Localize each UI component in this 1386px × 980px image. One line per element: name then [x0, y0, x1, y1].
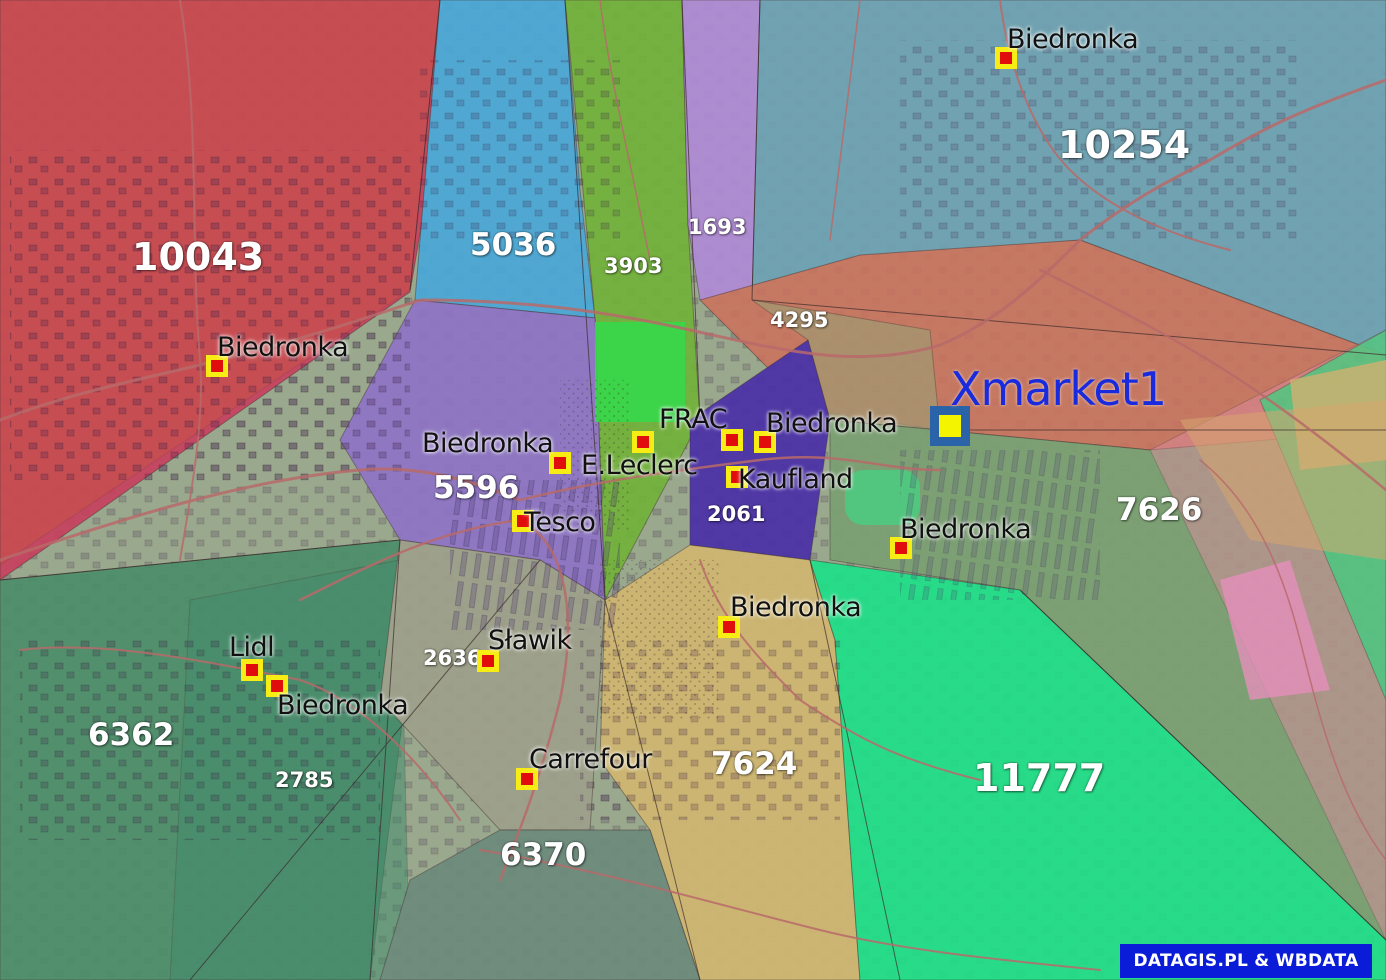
sector-label-4295: 4295: [770, 308, 829, 332]
store-label-biedronka-south: Biedronka: [730, 592, 862, 623]
sector-label-7626: 7626: [1116, 492, 1203, 528]
store-label-biedronka-center-w: Biedronka: [422, 428, 554, 459]
store-label-biedronka-center: Biedronka: [766, 408, 898, 439]
sector-label-10043: 10043: [132, 235, 265, 279]
store-label-e-leclerc: E.Leclerc: [581, 450, 698, 481]
store-label-biedronka-sw: Biedronka: [277, 690, 409, 721]
store-label-lidl: Lidl: [229, 632, 275, 663]
sector-label-11777: 11777: [973, 756, 1106, 800]
sector-label-10254: 10254: [1058, 123, 1191, 167]
sector-label-7624: 7624: [711, 746, 798, 782]
store-label-carrefour: Carrefour: [529, 744, 652, 775]
store-label-frac: FRAC: [659, 404, 728, 435]
sector-label-1693: 1693: [688, 215, 747, 239]
store-label-biedronka-ne: Biedronka: [1007, 24, 1139, 55]
store-label-tesco: Tesco: [524, 507, 596, 538]
sector-label-6370: 6370: [500, 837, 587, 873]
sector-label-2785: 2785: [275, 768, 334, 792]
sector-label-5596: 5596: [433, 470, 520, 506]
store-marker-frac-2[interactable]: [721, 429, 743, 451]
credit-badge: DATAGIS.PL & WBDATA: [1120, 944, 1372, 978]
sector-label-2636: 2636: [423, 646, 482, 670]
catchment-map[interactable]: 10043 10254 5036 3903 1693 4295 5596 206…: [0, 0, 1386, 980]
store-marker-frac[interactable]: [632, 431, 654, 453]
store-label-biedronka-nw: Biedronka: [217, 332, 349, 363]
store-label-slawik: Sławik: [488, 625, 572, 656]
center-store-label: Xmarket1: [950, 362, 1167, 416]
sector-label-2061: 2061: [707, 502, 766, 526]
store-label-biedronka-east: Biedronka: [900, 514, 1032, 545]
sector-label-5036: 5036: [470, 227, 557, 263]
store-label-kaufland: Kaufland: [738, 464, 853, 495]
sector-label-6362: 6362: [88, 717, 175, 753]
sector-label-3903: 3903: [604, 254, 663, 278]
sector-1693: [681, 0, 761, 301]
